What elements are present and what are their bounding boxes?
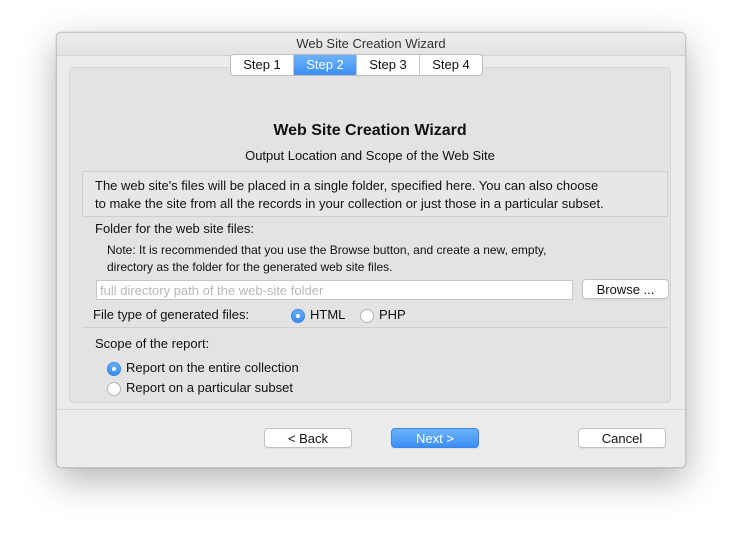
folder-note-line-1: Note: It is recommended that you use the… <box>107 243 547 257</box>
tab-step-4[interactable]: Step 4 <box>420 55 482 75</box>
php-radio[interactable] <box>360 309 374 323</box>
info-box: The web site's files will be placed in a… <box>82 171 668 217</box>
particular-subset-label[interactable]: Report on a particular subset <box>126 380 293 395</box>
php-radio-label[interactable]: PHP <box>379 307 406 322</box>
wizard-subheading: Output Location and Scope of the Web Sit… <box>245 148 495 163</box>
entire-collection-radio[interactable] <box>107 362 121 376</box>
folder-note-line-2: directory as the folder for the generate… <box>107 260 393 274</box>
window-title: Web Site Creation Wizard <box>57 33 685 56</box>
html-radio[interactable] <box>291 309 305 323</box>
footer-divider <box>57 409 685 410</box>
step-tabs: Step 1 Step 2 Step 3 Step 4 <box>230 54 483 76</box>
info-text-line-1: The web site's files will be placed in a… <box>95 178 599 193</box>
wizard-heading: Web Site Creation Wizard <box>273 122 467 139</box>
step-content-panel: Web Site Creation Wizard Output Location… <box>69 67 671 403</box>
info-text-line-2: to make the site from all the records in… <box>95 196 604 211</box>
section-divider <box>82 327 668 328</box>
next-button[interactable]: Next > <box>391 428 479 448</box>
folder-path-input[interactable] <box>96 280 573 300</box>
html-radio-label[interactable]: HTML <box>310 307 345 322</box>
scope-label: Scope of the report: <box>95 336 210 351</box>
back-button[interactable]: < Back <box>264 428 352 448</box>
tab-step-3[interactable]: Step 3 <box>357 55 420 75</box>
particular-subset-radio[interactable] <box>107 382 121 396</box>
folder-label: Folder for the web site files: <box>95 221 254 236</box>
browse-button[interactable]: Browse ... <box>582 279 669 299</box>
tab-step-1[interactable]: Step 1 <box>231 55 294 75</box>
wizard-window: Web Site Creation Wizard Step 1 Step 2 S… <box>56 32 686 468</box>
tab-step-2[interactable]: Step 2 <box>294 55 357 75</box>
cancel-button[interactable]: Cancel <box>578 428 666 448</box>
file-type-label: File type of generated files: <box>93 307 250 322</box>
entire-collection-label[interactable]: Report on the entire collection <box>126 360 299 375</box>
